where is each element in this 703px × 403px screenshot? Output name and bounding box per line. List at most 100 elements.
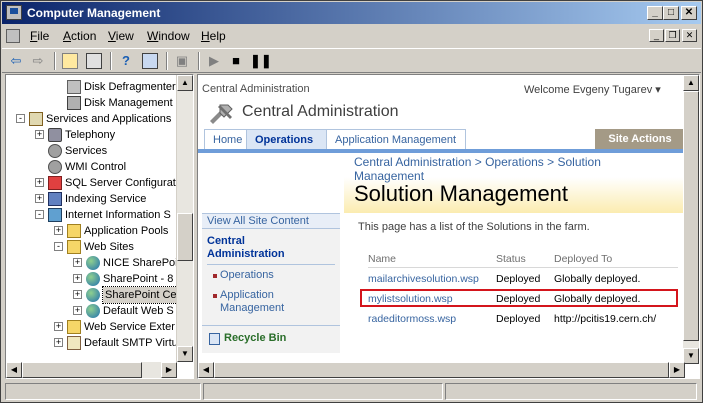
- nav-heading-line1: Central: [207, 235, 245, 247]
- scroll-down-icon[interactable]: ▼: [177, 346, 193, 362]
- tree-item[interactable]: + SharePoint Ce: [6, 286, 180, 304]
- mdi-minimize-button[interactable]: _: [649, 29, 664, 42]
- tab-operations[interactable]: Operations: [246, 129, 326, 149]
- tree-item[interactable]: Services: [6, 143, 178, 159]
- scroll-left-icon[interactable]: ◀: [198, 362, 214, 378]
- scroll-thumb[interactable]: [214, 362, 669, 378]
- site-actions-button[interactable]: Site Actions: [595, 129, 685, 149]
- breadcrumb-operations[interactable]: Operations: [485, 155, 544, 169]
- tree-item[interactable]: + Default Web S: [6, 303, 178, 319]
- tree-item[interactable]: - Services and Applications: [6, 111, 178, 127]
- tree-item[interactable]: + SharePoint - 8: [6, 271, 178, 287]
- expand-icon[interactable]: +: [35, 130, 44, 139]
- solution-name-link[interactable]: radeditormoss.wsp: [368, 311, 456, 327]
- minimize-button[interactable]: _: [647, 6, 663, 20]
- tree-item[interactable]: - Web Sites: [6, 239, 178, 255]
- site-title: Central Administration: [242, 103, 399, 120]
- maximize-button[interactable]: □: [663, 6, 679, 20]
- properties-icon[interactable]: [142, 53, 158, 69]
- forward-arrow-icon[interactable]: ⇨: [30, 53, 46, 69]
- scroll-up-icon[interactable]: ▲: [177, 75, 193, 91]
- pause-icon[interactable]: ❚❚: [250, 53, 272, 69]
- scroll-thumb[interactable]: [177, 213, 193, 261]
- up-folder-icon[interactable]: [62, 53, 78, 69]
- menu-action[interactable]: Action: [63, 29, 96, 43]
- scroll-up-icon[interactable]: ▲: [683, 75, 699, 91]
- scroll-thumb[interactable]: [683, 91, 699, 341]
- column-header-status[interactable]: Status: [496, 251, 526, 267]
- menu-file[interactable]: File: [30, 29, 49, 43]
- tree-vertical-scrollbar[interactable]: ▲ ▼: [176, 75, 193, 362]
- welcome-menu[interactable]: Welcome Evgeny Tugarev ▾: [524, 83, 661, 96]
- nav-item-operations[interactable]: Operations: [220, 269, 274, 281]
- tree-item[interactable]: + Default SMTP Virtu: [6, 335, 178, 351]
- tab-application-management[interactable]: Application Management: [326, 129, 466, 149]
- scroll-right-icon[interactable]: ▶: [161, 362, 177, 378]
- show-hide-tree-icon[interactable]: [86, 53, 102, 69]
- expand-icon[interactable]: +: [35, 178, 44, 187]
- scroll-thumb[interactable]: [22, 362, 142, 378]
- expand-icon[interactable]: +: [73, 274, 82, 283]
- bullet-icon: [213, 294, 217, 298]
- view-all-site-content-link[interactable]: View All Site Content: [202, 213, 340, 229]
- scroll-down-icon[interactable]: ▼: [683, 348, 699, 364]
- toolbar-separator: [110, 52, 112, 70]
- tree-item[interactable]: + Web Service Exter: [6, 319, 178, 335]
- stop-icon[interactable]: ■: [228, 53, 244, 69]
- expand-icon[interactable]: +: [35, 194, 44, 203]
- mdi-close-button[interactable]: ✕: [682, 29, 697, 42]
- toolbar-separator: [198, 52, 200, 70]
- tree-horizontal-scrollbar[interactable]: ◀ ▶: [6, 362, 177, 378]
- nav-item-application-management[interactable]: Application Management: [220, 289, 284, 315]
- status-pane: [445, 383, 697, 400]
- column-header-deployed-to[interactable]: Deployed To: [554, 251, 612, 267]
- back-arrow-icon[interactable]: ⇦: [8, 53, 24, 69]
- tree-item[interactable]: + SQL Server Configurat: [6, 175, 178, 191]
- smtp-icon: [67, 336, 81, 350]
- expand-icon[interactable]: +: [54, 226, 63, 235]
- content-horizontal-scrollbar[interactable]: ◀ ▶: [198, 362, 685, 378]
- close-button[interactable]: ✕: [681, 6, 697, 20]
- tree-item[interactable]: + Application Pools: [6, 223, 178, 239]
- tree-item[interactable]: Disk Defragmenter: [6, 79, 178, 95]
- expand-icon[interactable]: +: [73, 290, 82, 299]
- menu-window[interactable]: Window: [147, 29, 190, 43]
- scroll-left-icon[interactable]: ◀: [6, 362, 22, 378]
- tree-item-label: Disk Defragmenter: [84, 81, 176, 93]
- tree-item[interactable]: - Internet Information S: [6, 207, 178, 223]
- collapse-icon[interactable]: -: [16, 114, 25, 123]
- collapse-icon[interactable]: -: [35, 210, 44, 219]
- folder-icon: [67, 320, 81, 334]
- menu-view[interactable]: View: [108, 29, 134, 43]
- site-name-link[interactable]: Central Administration: [202, 83, 310, 95]
- tree-item[interactable]: + Indexing Service: [6, 191, 178, 207]
- menu-help[interactable]: Help: [201, 29, 226, 43]
- tree-item-label: Default Web S: [103, 305, 174, 317]
- expand-icon[interactable]: +: [54, 338, 63, 347]
- computer-icon[interactable]: ▣: [174, 53, 190, 69]
- tree-item[interactable]: Disk Management: [6, 95, 178, 111]
- play-icon[interactable]: ▶: [206, 53, 222, 69]
- mdi-restore-button[interactable]: ❐: [665, 29, 680, 42]
- breadcrumb-central-admin[interactable]: Central Administration: [354, 155, 471, 169]
- expand-icon[interactable]: +: [54, 322, 63, 331]
- solution-name-link[interactable]: mylistsolution.wsp: [368, 291, 453, 307]
- expand-icon[interactable]: +: [73, 306, 82, 315]
- globe-icon: [86, 256, 100, 270]
- tree-item[interactable]: + NICE SharePoi: [6, 255, 178, 271]
- table-row: mylistsolution.wsp Deployed Globally deplo…: [360, 289, 678, 307]
- tree-item[interactable]: WMI Control: [6, 159, 178, 175]
- content-vertical-scrollbar[interactable]: ▲ ▼: [683, 75, 699, 364]
- solution-name-link[interactable]: mailarchivesolution.wsp: [368, 271, 479, 287]
- tab-home[interactable]: Home: [204, 129, 246, 149]
- column-header-name[interactable]: Name: [368, 251, 396, 267]
- tree-item[interactable]: + Telephony: [6, 127, 178, 143]
- collapse-icon[interactable]: -: [54, 242, 63, 251]
- recycle-bin-link[interactable]: Recycle Bin: [224, 332, 286, 344]
- document-icon[interactable]: [6, 29, 20, 43]
- scroll-right-icon[interactable]: ▶: [669, 362, 685, 378]
- nav-heading-central-admin[interactable]: Central Administration: [207, 235, 285, 261]
- help-icon[interactable]: ?: [118, 53, 134, 69]
- expand-icon[interactable]: +: [73, 258, 82, 267]
- tree-item-label: Web Sites: [84, 241, 134, 253]
